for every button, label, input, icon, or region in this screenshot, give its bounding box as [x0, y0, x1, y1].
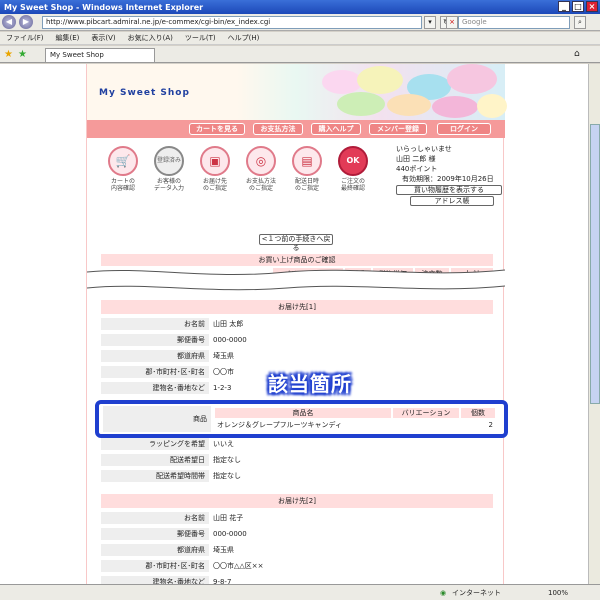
dest2-zip-row: 郵便番号 000-0000: [101, 528, 493, 541]
address-book-button[interactable]: アドレス帳: [410, 196, 494, 206]
page-viewport: My Sweet Shop カートを見る お支払方法 購入ヘルプ メンバー登録 …: [0, 64, 588, 584]
menu-favorites[interactable]: お気に入り(A): [128, 33, 173, 43]
dest1-wrapping-row: ラッピングを希望 いいえ: [101, 438, 493, 451]
destination-1-header: お届け先[1]: [101, 300, 493, 314]
menu-tools[interactable]: ツール(T): [185, 33, 216, 43]
step-label: ご注文の 最終確認: [340, 178, 365, 192]
tab-label: My Sweet Shop: [50, 51, 104, 59]
add-favorite-icon[interactable]: ★: [18, 49, 27, 60]
purchase-history-button[interactable]: 買い物履歴を表示する: [396, 185, 502, 195]
user-info-box: いらっしゃいませ 山田 二郎 様 440ポイント 有効期限：2009年10月26…: [396, 144, 502, 206]
step-customer-data: 登録済み お客様の データ入力: [147, 146, 191, 192]
truck-icon: ▤: [292, 146, 322, 176]
shop-header: My Sweet Shop: [87, 64, 507, 120]
col-product-variation: バリエーション: [393, 408, 459, 418]
menu-help[interactable]: ヘルプ(H): [228, 33, 260, 43]
step-final-confirm: OK ご注文の 最終確認: [331, 146, 375, 192]
registered-user-icon: 登録済み: [154, 146, 184, 176]
status-bar: ◉ インターネット 100%: [0, 584, 600, 600]
nav-register-button[interactable]: メンバー登録: [369, 123, 427, 135]
close-icon[interactable]: ×: [586, 1, 598, 12]
step-payment: ◎ お支払方法 のご指定: [239, 146, 283, 192]
step-label: 配送日時 のご指定: [294, 178, 319, 192]
cart-icon: 🛒: [108, 146, 138, 176]
menu-edit[interactable]: 編集(E): [56, 33, 80, 43]
candy-image: [387, 94, 431, 116]
step-label: お支払方法 のご指定: [245, 178, 276, 192]
greeting: いらっしゃいませ: [396, 145, 452, 153]
address-input[interactable]: http://www.pibcart.admiral.ne.jp/e-comme…: [42, 16, 422, 29]
callout-label: 該当箇所: [268, 372, 352, 396]
back-arrow-icon[interactable]: ◀: [2, 15, 16, 29]
nav-cart-button[interactable]: カートを見る: [189, 123, 245, 135]
dest2-city-row: 郡･市町村･区･町名 〇〇市△△区××: [101, 560, 493, 573]
candy-image: [357, 66, 403, 94]
dest1-zip-row: 郵便番号 000-0000: [101, 334, 493, 347]
stop-icon[interactable]: ×: [446, 16, 458, 29]
ring-icon: ◎: [246, 146, 276, 176]
zoom-level[interactable]: 100%: [548, 589, 568, 597]
window-title-bar: My Sweet Shop - Windows Internet Explore…: [0, 0, 600, 14]
dest2-pref-row: 都道府県 埼玉県: [101, 544, 493, 557]
step-label: お届け先 のご指定: [202, 178, 227, 192]
shop-navbar: カートを見る お支払方法 購入ヘルプ メンバー登録 ログイン: [87, 120, 505, 138]
vertical-scrollbar[interactable]: [588, 64, 600, 584]
product-name: オレンジ＆グレープフルーツキャンディ: [217, 421, 342, 429]
window-controls: _ □ ×: [558, 1, 598, 12]
dest1-name-row: お名前 山田 太郎: [101, 318, 493, 331]
col-product-name: 商品名: [215, 408, 391, 418]
home-icon[interactable]: ⌂: [574, 49, 580, 59]
back-step-button[interactable]: <１つ前の手続きへ戻る: [259, 234, 333, 252]
points-expiry: 有効期限：2009年10月26日: [402, 175, 494, 183]
candy-image: [447, 64, 497, 94]
candy-image: [337, 92, 385, 116]
step-label: カートの 内容確認: [110, 178, 135, 192]
shop-page: My Sweet Shop カートを見る お支払方法 購入ヘルプ メンバー登録 …: [86, 64, 507, 584]
nav-help-button[interactable]: 購入ヘルプ: [311, 123, 361, 135]
scrollbar-thumb[interactable]: [590, 124, 600, 404]
torn-page-divider: [87, 269, 505, 291]
step-destination: ▣ お届け先 のご指定: [193, 146, 237, 192]
menu-bar: ファイル(F) 編集(E) 表示(V) お気に入り(A) ツール(T) ヘルプ(…: [0, 32, 600, 45]
menu-file[interactable]: ファイル(F): [6, 33, 44, 43]
user-points: 440ポイント: [396, 165, 438, 173]
candy-image: [322, 70, 362, 94]
menu-view[interactable]: 表示(V): [91, 33, 115, 43]
dest1-time-row: 配送希望時間帯 指定なし: [101, 470, 493, 483]
tab-bar: ★ ★ My Sweet Shop ⌂: [0, 46, 600, 63]
product-label: 商品: [103, 406, 211, 432]
favorites-star-icon[interactable]: ★: [4, 49, 13, 60]
nav-login-button[interactable]: ログイン: [437, 123, 491, 135]
col-product-qty: 個数: [461, 408, 495, 418]
step-delivery: ▤ 配送日時 のご指定: [285, 146, 329, 192]
dest1-date-row: 配送希望日 指定なし: [101, 454, 493, 467]
ok-icon: OK: [338, 146, 368, 176]
gift-box-icon: ▣: [200, 146, 230, 176]
product-qty: 2: [488, 421, 493, 429]
highlighted-product-section: 商品 商品名 バリエーション 個数 オレンジ＆グレープフルーツキャンディ 2: [95, 400, 508, 438]
globe-icon: ◉: [440, 588, 447, 597]
shop-logo-text: My Sweet Shop: [99, 88, 190, 98]
tab-my-sweet-shop[interactable]: My Sweet Shop: [45, 48, 155, 62]
user-name: 山田 二郎 様: [396, 155, 436, 163]
search-input[interactable]: Google: [458, 16, 570, 29]
candy-image: [477, 94, 507, 118]
nav-payment-button[interactable]: お支払方法: [253, 123, 303, 135]
dest2-building-row: 建物名･番地など 9-8-7: [101, 576, 493, 584]
dest1-pref-row: 都道府県 埼玉県: [101, 350, 493, 363]
step-cart: 🛒 カートの 内容確認: [101, 146, 145, 192]
minimize-icon[interactable]: _: [558, 1, 570, 12]
search-icon[interactable]: ⌕: [574, 16, 586, 29]
dropdown-icon[interactable]: ▾: [424, 16, 436, 29]
forward-arrow-icon[interactable]: ▶: [19, 15, 33, 29]
destination-2-header: お届け先[2]: [101, 494, 493, 508]
candy-image: [432, 96, 478, 118]
dest2-name-row: お名前 山田 花子: [101, 512, 493, 525]
product-variation: [393, 420, 459, 430]
address-toolbar: ◀ ▶ http://www.pibcart.admiral.ne.jp/e-c…: [0, 14, 600, 31]
step-label: お客様の データ入力: [153, 178, 184, 192]
status-zone: インターネット: [452, 588, 501, 597]
maximize-icon[interactable]: □: [572, 1, 584, 12]
window-title: My Sweet Shop - Windows Internet Explore…: [4, 2, 204, 12]
